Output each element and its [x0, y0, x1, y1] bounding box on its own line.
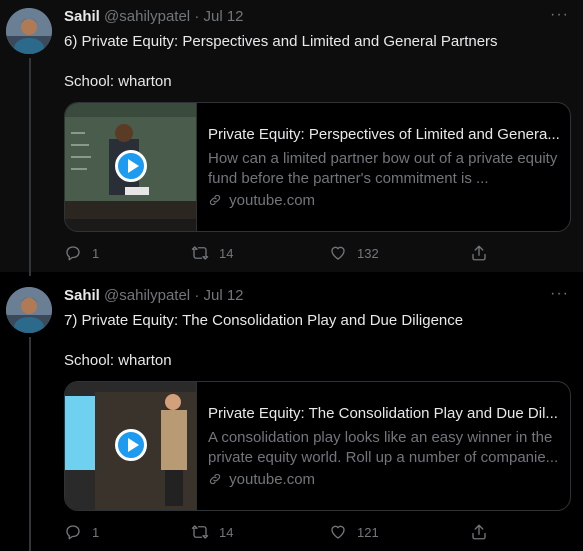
link-icon [208, 471, 226, 488]
author-name[interactable]: Sahil [64, 287, 100, 304]
heart-icon [331, 246, 345, 260]
tweet-actions: 1 14 132 [64, 244, 504, 264]
heart-icon [331, 525, 345, 539]
play-icon[interactable] [115, 429, 147, 461]
tweet[interactable]: Sahil @sahilypatel · Jul 12 ··· 7) Priva… [0, 279, 583, 551]
link-card[interactable]: Private Equity: Perspectives of Limited … [64, 102, 571, 232]
card-description: How can a limited partner bow out of a p… [208, 150, 558, 187]
thread-line [29, 58, 31, 276]
card-title: Private Equity: The Consolidation Play a… [208, 405, 558, 422]
author-handle[interactable]: @sahilypatel [104, 287, 190, 304]
card-description: A consolidation play looks like an easy … [208, 429, 559, 466]
card-domain-text: youtube.com [229, 192, 316, 209]
tweet-header: Sahil @sahilypatel · Jul 12 [64, 287, 244, 304]
card-domain: youtube.com [208, 470, 560, 490]
tweet-school: School: wharton [64, 73, 172, 90]
like-button[interactable]: 121 [329, 523, 379, 541]
card-body: Private Equity: Perspectives of Limited … [208, 125, 560, 211]
reply-button[interactable]: 1 [64, 244, 99, 262]
link-icon [208, 192, 226, 209]
retweet-count: 14 [219, 245, 234, 261]
like-button[interactable]: 132 [329, 244, 379, 262]
tweet-text: 7) Private Equity: The Consolidation Pla… [64, 312, 464, 329]
tweet-school: School: wharton [64, 352, 172, 369]
tweet-text: 6) Private Equity: Perspectives and Limi… [64, 33, 498, 50]
reply-button[interactable]: 1 [64, 523, 99, 541]
tweet-date[interactable]: Jul 12 [203, 8, 243, 25]
author-handle[interactable]: @sahilypatel [104, 8, 190, 25]
retweet-button[interactable]: 14 [191, 523, 233, 541]
tweet[interactable]: Sahil @sahilypatel · Jul 12 ··· 6) Priva… [0, 0, 583, 276]
tweet-date[interactable]: Jul 12 [203, 287, 243, 304]
avatar[interactable] [6, 287, 52, 333]
share-icon [472, 245, 486, 261]
card-domain-text: youtube.com [229, 471, 316, 488]
like-count: 121 [357, 524, 379, 540]
reply-icon [66, 246, 80, 261]
retweet-icon [191, 246, 209, 260]
separator: · [194, 8, 200, 25]
video-thumbnail[interactable] [65, 103, 197, 231]
thread-line [29, 337, 31, 551]
more-options-icon[interactable]: ··· [550, 285, 569, 303]
tweet-header: Sahil @sahilypatel · Jul 12 [64, 8, 244, 25]
more-options-icon[interactable]: ··· [550, 6, 569, 24]
share-icon [472, 524, 486, 540]
avatar[interactable] [6, 8, 52, 54]
share-button[interactable] [470, 523, 498, 541]
retweet-icon [191, 525, 209, 539]
tweet-actions: 1 14 121 [64, 523, 504, 543]
share-button[interactable] [470, 244, 498, 262]
separator: · [194, 287, 200, 304]
reply-count: 1 [92, 524, 100, 540]
card-title: Private Equity: Perspectives of Limited … [208, 126, 560, 143]
card-body: Private Equity: The Consolidation Play a… [208, 404, 560, 490]
reply-icon [66, 525, 80, 540]
reply-count: 1 [92, 245, 100, 261]
retweet-count: 14 [219, 524, 234, 540]
like-count: 132 [357, 245, 379, 261]
play-icon[interactable] [115, 150, 147, 182]
author-name[interactable]: Sahil [64, 8, 100, 25]
video-thumbnail[interactable] [65, 382, 197, 510]
card-domain: youtube.com [208, 191, 560, 211]
retweet-button[interactable]: 14 [191, 244, 233, 262]
link-card[interactable]: Private Equity: The Consolidation Play a… [64, 381, 571, 511]
